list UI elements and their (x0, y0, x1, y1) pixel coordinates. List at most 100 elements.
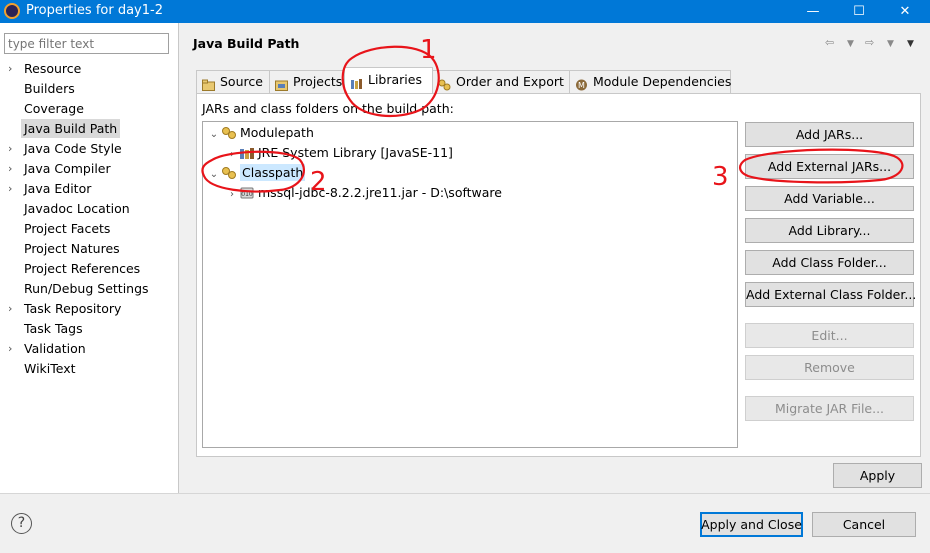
sidebar-item-javadoc-location[interactable]: Javadoc Location (0, 199, 179, 219)
tree-node-label: Modulepath (240, 125, 314, 140)
forward-arrow-icon[interactable]: ⇨ (865, 36, 874, 49)
sidebar-item-java-code-style[interactable]: › Java Code Style (0, 139, 179, 159)
sidebar-item-label: Project References (24, 261, 141, 276)
sidebar-item-label: Java Build Path (21, 119, 121, 138)
back-arrow-icon[interactable]: ⇦ (825, 36, 834, 49)
back-dropdown-icon[interactable]: ▼ (847, 39, 854, 49)
chevron-right-icon[interactable]: › (8, 339, 12, 359)
tree-node-label: JRE System Library [JavaSE-11] (258, 145, 453, 160)
tab-label: Order and Export (456, 74, 564, 89)
cancel-button[interactable]: Cancel (812, 512, 916, 537)
chevron-right-icon[interactable]: › (8, 179, 12, 199)
library-icon (239, 146, 255, 160)
chevron-down-icon[interactable]: ⌄ (207, 165, 221, 185)
svg-text:010: 010 (241, 191, 253, 198)
sidebar-item-label: Coverage (24, 101, 84, 116)
sidebar-item-label: Project Natures (24, 241, 120, 256)
tree-node-label: Classpath (240, 164, 306, 181)
module-icon: M (575, 76, 588, 90)
add-library-button[interactable]: Add Library... (745, 218, 914, 243)
apply-button[interactable]: Apply (833, 463, 922, 488)
sidebar-item-resource[interactable]: › Resource (0, 59, 179, 79)
sidebar-item-project-references[interactable]: Project References (0, 259, 179, 279)
filter-input[interactable] (4, 33, 169, 54)
annotation-number-1: 1 (420, 35, 437, 65)
add-jars-button[interactable]: Add JARs... (745, 122, 914, 147)
sidebar-item-wikitext[interactable]: WikiText (0, 359, 179, 379)
apply-and-close-button[interactable]: Apply and Close (700, 512, 803, 537)
properties-sidebar: › Resource Builders Coverage Java Build P… (0, 23, 179, 493)
sidebar-item-task-repository[interactable]: › Task Repository (0, 299, 179, 319)
sidebar-item-task-tags[interactable]: Task Tags (0, 319, 179, 339)
minimize-button[interactable]: — (790, 0, 836, 23)
chevron-right-icon[interactable]: › (8, 299, 12, 319)
footer-divider (0, 493, 930, 494)
view-menu-icon[interactable]: ▼ (907, 39, 914, 49)
tree-node-label: mssql-jdbc-8.2.2.jre11.jar - D:\software (258, 185, 502, 200)
build-path-tree[interactable]: ⌄ Modulepath › JRE System Library [JavaSE-… (202, 121, 738, 448)
tab-label: Module Dependencies (593, 74, 732, 89)
forward-dropdown-icon[interactable]: ▼ (887, 39, 894, 49)
sidebar-item-validation[interactable]: › Validation (0, 339, 179, 359)
tree-node-jar[interactable]: › 010 mssql-jdbc-8.2.2.jre11.jar - D:\soft… (225, 183, 502, 203)
modulepath-icon (221, 126, 237, 140)
sidebar-item-label: Java Editor (24, 181, 92, 196)
edit-button[interactable]: Edit... (745, 323, 914, 348)
sidebar-item-label: Javadoc Location (24, 201, 130, 216)
chevron-right-icon[interactable]: › (8, 159, 12, 179)
property-page-list: › Resource Builders Coverage Java Build P… (0, 59, 179, 379)
chevron-right-icon[interactable]: › (8, 59, 12, 79)
sidebar-item-run-debug-settings[interactable]: Run/Debug Settings (0, 279, 179, 299)
sidebar-item-label: Builders (24, 81, 75, 96)
eclipse-app-icon (4, 3, 20, 19)
source-folder-icon (202, 76, 215, 91)
add-variable-button[interactable]: Add Variable... (745, 186, 914, 211)
tab-label: Source (220, 74, 263, 89)
sidebar-item-project-facets[interactable]: Project Facets (0, 219, 179, 239)
tab-libraries[interactable]: Libraries (344, 67, 433, 93)
tab-order-and-export[interactable]: Order and Export (432, 70, 570, 93)
window-title: Properties for day1-2 (26, 3, 163, 18)
tab-source[interactable]: Source (196, 70, 270, 93)
tree-node-jre-system-library[interactable]: › JRE System Library [JavaSE-11] (225, 143, 453, 163)
tab-label: Projects (293, 74, 343, 89)
add-class-folder-button[interactable]: Add Class Folder... (745, 250, 914, 275)
remove-button[interactable]: Remove (745, 355, 914, 380)
libraries-description: JARs and class folders on the build path… (202, 101, 454, 116)
migrate-jar-file-button[interactable]: Migrate JAR File... (745, 396, 914, 421)
tree-node-modulepath[interactable]: ⌄ Modulepath (207, 123, 314, 143)
sidebar-item-label: Task Tags (24, 321, 83, 336)
sidebar-item-label: Resource (24, 61, 82, 76)
projects-icon (275, 76, 288, 91)
svg-text:M: M (578, 81, 585, 90)
add-external-class-folder-button[interactable]: Add External Class Folder... (745, 282, 916, 307)
jar-file-icon: 010 (239, 186, 255, 200)
sidebar-item-java-build-path[interactable]: Java Build Path (0, 119, 179, 139)
title-bar: Properties for day1-2 — ☐ ✕ (0, 0, 930, 23)
close-button[interactable]: ✕ (882, 0, 928, 23)
chevron-right-icon[interactable]: › (8, 139, 12, 159)
sidebar-item-coverage[interactable]: Coverage (0, 99, 179, 119)
sidebar-item-label: Validation (24, 341, 86, 356)
maximize-button[interactable]: ☐ (836, 0, 882, 23)
sidebar-item-label: Java Code Style (24, 141, 122, 156)
chevron-right-icon[interactable]: › (225, 145, 239, 165)
chevron-down-icon[interactable]: ⌄ (207, 125, 221, 145)
sidebar-item-builders[interactable]: Builders (0, 79, 179, 99)
sidebar-item-label: Task Repository (24, 301, 122, 316)
tab-label: Libraries (368, 72, 422, 87)
classpath-icon (221, 166, 237, 180)
sidebar-item-project-natures[interactable]: Project Natures (0, 239, 179, 259)
sidebar-item-label: Run/Debug Settings (24, 281, 149, 296)
tab-module-dependencies[interactable]: M Module Dependencies (569, 70, 731, 93)
tree-node-classpath[interactable]: ⌄ Classpath (207, 163, 306, 185)
sidebar-item-java-editor[interactable]: › Java Editor (0, 179, 179, 199)
add-external-jars-button[interactable]: Add External JARs... (745, 154, 914, 179)
page-title: Java Build Path (193, 36, 300, 51)
chevron-right-icon[interactable]: › (225, 185, 239, 205)
sidebar-item-java-compiler[interactable]: › Java Compiler (0, 159, 179, 179)
help-icon[interactable]: ? (11, 513, 32, 534)
libraries-icon (350, 74, 363, 89)
sidebar-item-label: Project Facets (24, 221, 111, 236)
tab-projects[interactable]: Projects (269, 70, 345, 93)
